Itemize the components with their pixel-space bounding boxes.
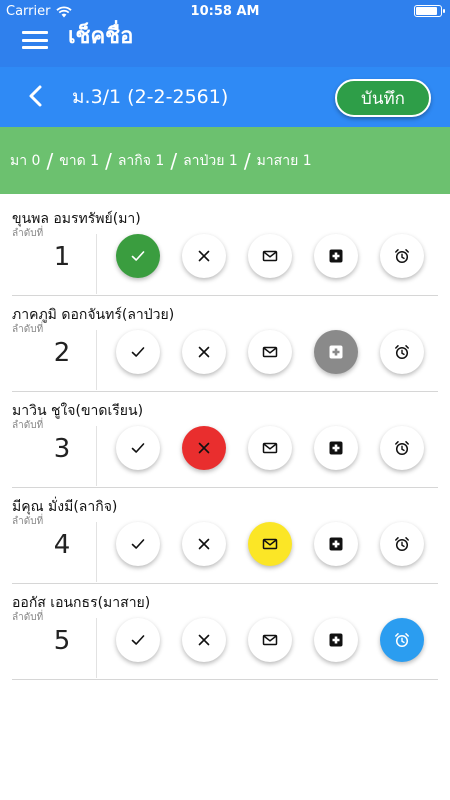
order-label: ลำดับที่ [12, 324, 44, 335]
alarm-clock-icon [395, 633, 409, 648]
late-button[interactable] [380, 618, 424, 662]
mail-icon [262, 346, 278, 358]
present-button[interactable] [116, 330, 160, 374]
leave-button[interactable] [248, 522, 292, 566]
alarm-clock-icon [395, 345, 409, 360]
status-bar: Carrier 10:58 AM [0, 0, 450, 22]
absent-button[interactable] [182, 330, 226, 374]
present-button[interactable] [116, 522, 160, 566]
student-name: มาวิน ชูใจ [12, 403, 76, 419]
student-name: ออกัส เอนกธร [12, 595, 98, 611]
mail-icon [262, 538, 278, 550]
check-icon [131, 251, 145, 261]
late-button[interactable] [380, 234, 424, 278]
present-button[interactable] [116, 618, 160, 662]
student-status: (มาสาย) [97, 595, 151, 611]
summary-absent: ขาด 1 [59, 152, 100, 169]
check-icon [131, 347, 145, 357]
order-label: ลำดับที่ [12, 612, 44, 623]
close-icon [198, 346, 210, 358]
divider [96, 618, 97, 678]
battery-icon [414, 5, 445, 17]
check-icon [131, 539, 145, 549]
order-label: ลำดับที่ [12, 420, 44, 431]
student-list: ขุนพล อมรทรัพย์(มา) ลำดับที่ 1 ภาคภูมิ ด… [0, 200, 450, 680]
close-icon [198, 634, 210, 646]
summary-late: มาสาย 1 [256, 152, 312, 169]
back-chevron-icon[interactable] [22, 81, 50, 111]
check-icon [131, 443, 145, 453]
menu-icon[interactable] [20, 28, 50, 52]
late-button[interactable] [380, 330, 424, 374]
present-button[interactable] [116, 234, 160, 278]
attendance-summary: มา 0 / ขาด 1 / ลากิจ 1 / ลาป่วย 1 / มาสา… [0, 127, 450, 194]
sick-button[interactable] [314, 330, 358, 374]
mail-icon [262, 250, 278, 262]
app-bar: เช็คชื่อ [0, 22, 450, 67]
student-number: 1 [53, 242, 71, 272]
sick-button[interactable] [314, 522, 358, 566]
close-icon [198, 250, 210, 262]
student-name: ภาคภูมิ ดอกจันทร์ [12, 307, 122, 323]
student-row: ออกัส เอนกธร(มาสาย) ลำดับที่ 5 [12, 584, 438, 680]
alarm-clock-icon [395, 441, 409, 456]
close-icon [198, 442, 210, 454]
absent-button[interactable] [182, 426, 226, 470]
summary-sick: ลาป่วย 1 [183, 152, 238, 169]
leave-button[interactable] [248, 330, 292, 374]
medical-cross-icon [329, 441, 343, 455]
student-name: มีคุณ มั่งมี [12, 499, 74, 515]
class-name: ม.3/1 (2-2-2561) [72, 86, 229, 108]
status-time: 10:58 AM [190, 4, 260, 19]
sick-button[interactable] [314, 426, 358, 470]
summary-leave: ลากิจ 1 [117, 152, 165, 169]
student-status: (มา) [112, 211, 141, 227]
mail-icon [262, 634, 278, 646]
student-row: มีคุณ มั่งมี(ลากิจ) ลำดับที่ 4 [12, 488, 438, 584]
page-title: เช็คชื่อ [68, 24, 134, 49]
alarm-clock-icon [395, 537, 409, 552]
student-row: ภาคภูมิ ดอกจันทร์(ลาป่วย) ลำดับที่ 2 [12, 296, 438, 392]
late-button[interactable] [380, 522, 424, 566]
leave-button[interactable] [248, 618, 292, 662]
medical-cross-icon [329, 249, 343, 263]
close-icon [198, 538, 210, 550]
class-header: ม.3/1 (2-2-2561) บันทึก [0, 67, 450, 127]
late-button[interactable] [380, 426, 424, 470]
student-status: (ลากิจ) [73, 499, 118, 515]
student-number: 5 [53, 626, 71, 656]
absent-button[interactable] [182, 522, 226, 566]
absent-button[interactable] [182, 234, 226, 278]
save-button[interactable]: บันทึก [335, 79, 431, 117]
divider [96, 522, 97, 582]
alarm-clock-icon [395, 249, 409, 264]
order-label: ลำดับที่ [12, 516, 44, 527]
student-row: ขุนพล อมรทรัพย์(มา) ลำดับที่ 1 [12, 200, 438, 296]
student-number: 2 [53, 338, 71, 368]
leave-button[interactable] [248, 234, 292, 278]
medical-cross-icon [329, 633, 343, 647]
student-row: มาวิน ชูใจ(ขาดเรียน) ลำดับที่ 3 [12, 392, 438, 488]
medical-cross-icon [329, 345, 343, 359]
present-button[interactable] [116, 426, 160, 470]
summary-present: มา 0 [10, 152, 41, 169]
sick-button[interactable] [314, 618, 358, 662]
sick-button[interactable] [314, 234, 358, 278]
medical-cross-icon [329, 537, 343, 551]
student-status: (ขาดเรียน) [75, 403, 144, 419]
leave-button[interactable] [248, 426, 292, 470]
order-label: ลำดับที่ [12, 228, 44, 239]
divider [96, 330, 97, 390]
mail-icon [262, 442, 278, 454]
absent-button[interactable] [182, 618, 226, 662]
student-status: (ลาป่วย) [121, 307, 175, 323]
student-number: 4 [53, 530, 71, 560]
student-name: ขุนพล อมรทรัพย์ [12, 211, 113, 227]
student-number: 3 [53, 434, 71, 464]
divider [96, 426, 97, 486]
divider [96, 234, 97, 294]
check-icon [131, 635, 145, 645]
